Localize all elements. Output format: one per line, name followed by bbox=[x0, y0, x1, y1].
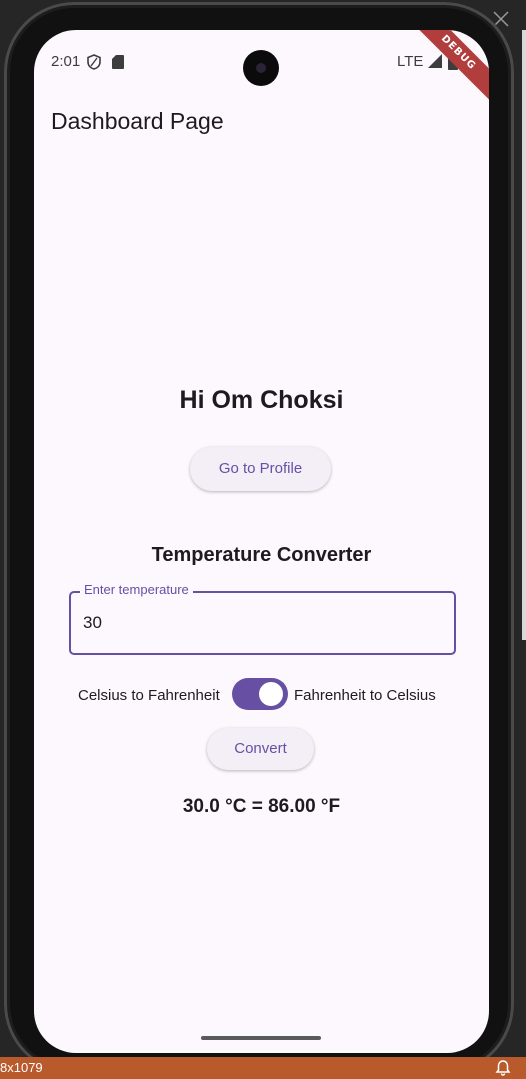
fahrenheit-to-celsius-label: Fahrenheit to Celsius bbox=[294, 687, 436, 704]
temperature-input-label: Enter temperature bbox=[80, 582, 193, 597]
signal-icon bbox=[428, 54, 442, 68]
notification-bell-icon[interactable] bbox=[494, 1059, 512, 1077]
network-type: LTE bbox=[397, 53, 424, 70]
conversion-mode-row: Celsius to Fahrenheit Fahrenheit to Cels… bbox=[34, 678, 489, 714]
switch-thumb bbox=[259, 682, 283, 706]
app-bar-title: Dashboard Page bbox=[51, 108, 224, 134]
greeting-text: Hi Om Choksi bbox=[179, 386, 344, 414]
shield-icon bbox=[87, 54, 101, 70]
celsius-to-fahrenheit-label: Celsius to Fahrenheit bbox=[78, 687, 220, 704]
temperature-input[interactable]: Enter temperature 30 bbox=[69, 582, 456, 655]
side-panel-edge bbox=[522, 30, 526, 640]
front-camera bbox=[243, 50, 279, 86]
status-time: 2:01 bbox=[51, 53, 81, 70]
conversion-result: 30.0 °C = 86.00 °F bbox=[182, 796, 341, 817]
convert-button[interactable]: Convert bbox=[207, 728, 314, 770]
temperature-input-value[interactable]: 30 bbox=[83, 613, 102, 633]
conversion-mode-switch[interactable] bbox=[232, 678, 288, 710]
go-to-profile-button[interactable]: Go to Profile bbox=[190, 447, 331, 491]
home-indicator[interactable] bbox=[201, 1036, 321, 1040]
ide-status-text: 8x1079 bbox=[0, 1060, 43, 1075]
device-frame: 2:01 LTE DEBUG Dashboard Page Hi Om Chok… bbox=[4, 2, 514, 1074]
converter-title: Temperature Converter bbox=[151, 544, 372, 566]
sd-card-icon bbox=[112, 55, 124, 69]
status-bar: 2:01 LTE bbox=[34, 30, 489, 90]
ide-status-bar: 8x1079 bbox=[0, 1057, 526, 1079]
app-screen: 2:01 LTE DEBUG Dashboard Page Hi Om Chok… bbox=[34, 30, 489, 1053]
